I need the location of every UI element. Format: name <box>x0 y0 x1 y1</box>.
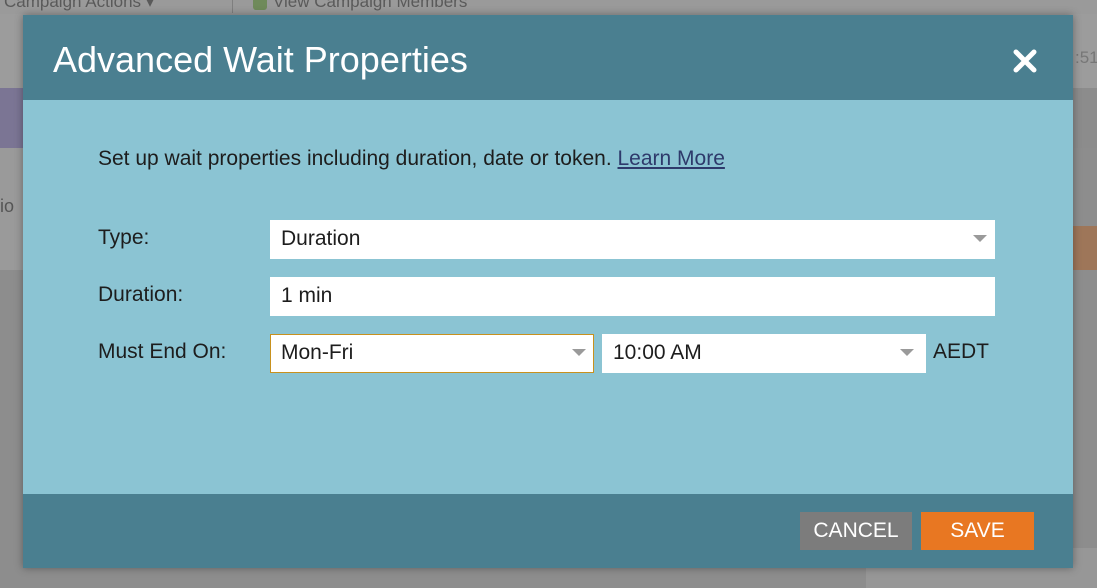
background-campaign-actions: Campaign Actions ▾ <box>4 0 154 12</box>
background-left-text: io <box>0 196 15 216</box>
time-select-value: 10:00 AM <box>613 341 702 364</box>
duration-label: Duration: <box>98 283 184 306</box>
background-view-members: View Campaign Members <box>232 0 467 13</box>
dialog-header: Advanced Wait Properties <box>23 15 1073 100</box>
save-button[interactable]: SAVE <box>921 512 1034 550</box>
chevron-down-icon <box>572 349 586 356</box>
background-view-members-label: View Campaign Members <box>273 0 468 11</box>
duration-input[interactable]: 1 min <box>270 277 995 316</box>
dialog-footer: CANCEL SAVE <box>23 494 1073 568</box>
intro-text: Set up wait properties including duratio… <box>98 147 725 171</box>
close-button[interactable] <box>1007 43 1043 79</box>
dialog-title: Advanced Wait Properties <box>53 39 468 80</box>
time-select[interactable]: 10:00 AM <box>602 334 926 373</box>
chevron-down-icon <box>973 235 987 242</box>
intro-description: Set up wait properties including duratio… <box>98 147 612 170</box>
background-orange-block <box>1073 226 1097 270</box>
type-select[interactable]: Duration <box>270 220 995 259</box>
days-select[interactable]: Mon-Fri <box>270 334 594 373</box>
chevron-down-icon: ▾ <box>145 0 155 11</box>
timezone-label: AEDT <box>933 340 990 363</box>
type-select-value: Duration <box>281 227 361 250</box>
background-right-text: :51 <box>1075 48 1097 67</box>
members-icon <box>253 0 267 10</box>
cancel-button[interactable]: CANCEL <box>800 512 912 550</box>
days-select-value: Mon-Fri <box>281 341 354 364</box>
chevron-down-icon <box>900 349 914 356</box>
duration-input-value: 1 min <box>281 284 333 307</box>
background-purple-block <box>0 88 24 148</box>
learn-more-link[interactable]: Learn More <box>618 147 725 170</box>
close-icon <box>1013 49 1037 73</box>
must-end-on-label: Must End On: <box>98 340 227 363</box>
toolbar-divider <box>232 0 233 13</box>
advanced-wait-properties-dialog: Advanced Wait Properties Set up wait pro… <box>23 15 1073 568</box>
dialog-body: Set up wait properties including duratio… <box>23 100 1073 494</box>
background-campaign-actions-label: Campaign Actions <box>4 0 142 11</box>
type-label: Type: <box>98 226 150 249</box>
background-toolbar: Campaign Actions ▾ View Campaign Members <box>0 0 1097 15</box>
